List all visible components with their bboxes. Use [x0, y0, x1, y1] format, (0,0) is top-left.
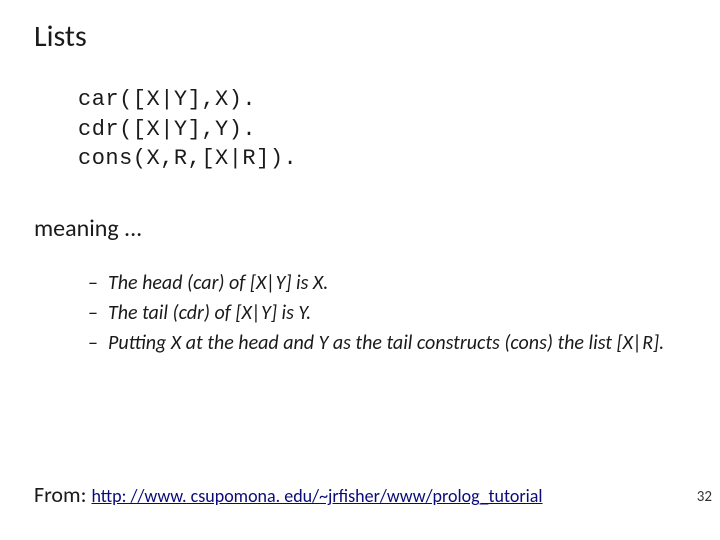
source-link[interactable]: http: //www. csupomona. edu/~jrfisher/ww…	[91, 485, 542, 507]
dash-icon: –	[88, 269, 108, 297]
page-number: 32	[697, 488, 712, 506]
bullet-list: – The head (car) of [X|Y] is X. – The ta…	[88, 269, 668, 357]
list-item: – Putting X at the head and Y as the tai…	[88, 329, 668, 357]
bullet-text-3: Putting X at the head and Y as the tail …	[108, 329, 668, 357]
dash-icon: –	[88, 299, 108, 327]
list-item: – The tail (cdr) of [X|Y] is Y.	[88, 299, 668, 327]
code-line-3: cons(X,R,[X|R]).	[78, 144, 686, 174]
slide: Lists car([X|Y],X). cdr([X|Y],Y). cons(X…	[0, 0, 720, 540]
code-line-2: cdr([X|Y],Y).	[78, 115, 686, 145]
list-item: – The head (car) of [X|Y] is X.	[88, 269, 668, 297]
dash-icon: –	[88, 329, 108, 357]
code-line-1: car([X|Y],X).	[78, 85, 686, 115]
source-line: From: http: //www. csupomona. edu/~jrfis…	[34, 481, 543, 508]
subheading-meaning: meaning ...	[34, 214, 686, 243]
bullet-text-1: The head (car) of [X|Y] is X.	[108, 269, 668, 297]
page-title: Lists	[34, 18, 686, 55]
from-label: From:	[34, 481, 91, 508]
bullet-text-2: The tail (cdr) of [X|Y] is Y.	[108, 299, 668, 327]
code-block: car([X|Y],X). cdr([X|Y],Y). cons(X,R,[X|…	[78, 85, 686, 174]
